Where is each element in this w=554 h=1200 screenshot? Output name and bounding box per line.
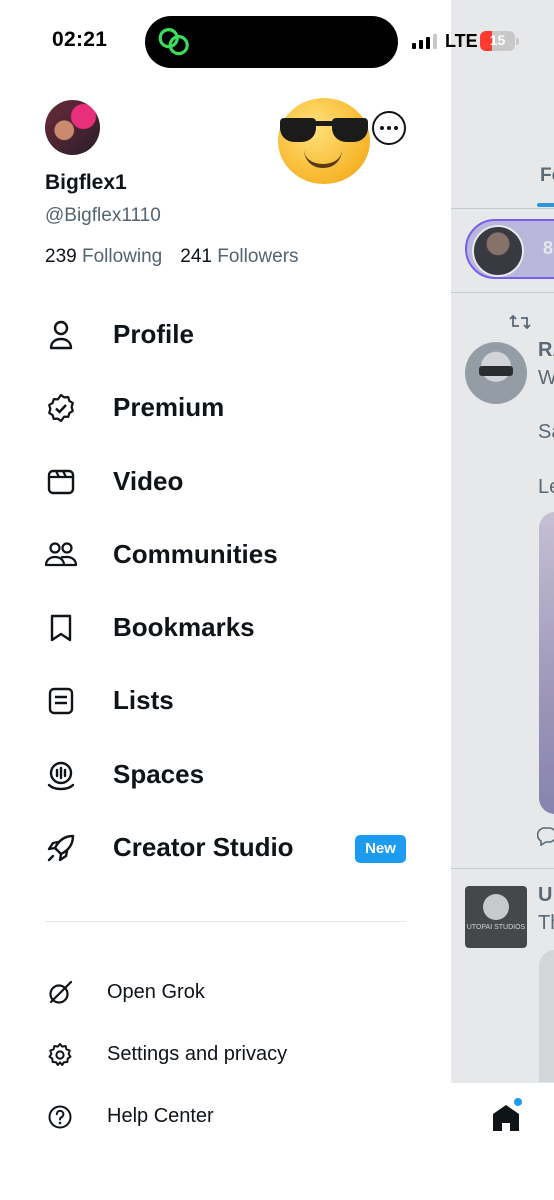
battery-level: 15 <box>489 32 506 48</box>
new-badge: New <box>355 835 406 863</box>
menu-item-communities[interactable]: Communities <box>0 525 451 585</box>
notification-dot <box>514 1098 522 1106</box>
display-name[interactable]: Bigflex1 <box>45 171 127 195</box>
retweet-icon <box>509 314 531 330</box>
post-author-name[interactable]: RA <box>538 339 554 362</box>
menu-item-premium[interactable]: Premium <box>0 378 451 438</box>
feed-tab-underline <box>537 203 554 207</box>
menu-item-bookmarks[interactable]: Bookmarks <box>0 598 451 658</box>
rocket-icon <box>47 834 75 862</box>
link-chain-icon <box>158 28 189 56</box>
followers-count: 241 <box>180 246 212 267</box>
bottom-tab-bar <box>451 1082 554 1200</box>
side-drawer: Bigflex1 @Bigflex1110 239 Following 241 … <box>0 0 451 1200</box>
post-text-line: Le <box>538 476 554 498</box>
menu-item-lists[interactable]: Lists <box>0 671 451 731</box>
menu-item-label: Spaces <box>113 759 205 789</box>
post-text-line: W <box>538 367 554 389</box>
post-text-line: Th <box>538 912 554 934</box>
bookmark-icon <box>50 614 72 642</box>
menu-item-label: Creator Studio <box>113 832 294 862</box>
post-text-line: Sa <box>538 421 554 443</box>
help-icon <box>48 1105 72 1129</box>
menu-item-label: Settings and privacy <box>107 1043 288 1065</box>
post-author-name[interactable]: U <box>538 884 552 907</box>
following-label: Following <box>81 246 163 267</box>
battery-icon: 15 <box>480 31 515 51</box>
following-count: 239 <box>45 246 77 267</box>
feed-divider <box>451 868 554 869</box>
menu-item-video[interactable]: Video <box>0 452 451 512</box>
followers-link[interactable]: 241 Followers <box>180 246 298 268</box>
menu-item-open-grok[interactable]: Open Grok <box>0 969 451 1015</box>
menu-item-spaces[interactable]: Spaces <box>0 745 451 805</box>
avatar[interactable] <box>45 100 100 155</box>
network-type: LTE <box>445 31 478 51</box>
space-listener-count: 8 <box>543 238 554 258</box>
dynamic-island <box>145 16 398 68</box>
feed-divider <box>451 208 554 209</box>
battery-cap <box>516 38 519 45</box>
gear-icon <box>48 1043 72 1066</box>
status-time: 02:21 <box>52 28 108 51</box>
menu-item-label: Help Center <box>107 1105 214 1127</box>
menu-item-help-center[interactable]: Help Center <box>0 1093 451 1139</box>
feed-tab-label[interactable]: Fo <box>540 165 554 187</box>
menu-item-label: Profile <box>113 319 194 349</box>
menu-item-label: Premium <box>113 392 225 422</box>
menu-item-settings[interactable]: Settings and privacy <box>0 1031 451 1077</box>
spaces-icon <box>47 761 75 791</box>
lists-icon <box>48 687 74 715</box>
followers-label: Followers <box>217 246 299 267</box>
verified-badge-icon <box>48 393 74 423</box>
feed-divider <box>451 292 554 293</box>
cellular-signal-icon <box>412 34 437 49</box>
menu-separator <box>45 921 406 922</box>
menu-item-profile[interactable]: Profile <box>0 305 451 365</box>
communities-icon <box>45 542 77 567</box>
account-more-button[interactable] <box>372 111 406 145</box>
menu-item-creator-studio[interactable]: Creator Studio New <box>0 818 451 878</box>
video-icon <box>47 469 75 495</box>
live-space-pill[interactable]: 8 <box>465 219 554 279</box>
post-media-image[interactable] <box>539 512 554 814</box>
home-icon[interactable] <box>491 1103 521 1133</box>
home-feed-background: Fo 8 RA W Sa Le UTOPAI STUDIOS U Th <box>451 0 554 1200</box>
post-media-image[interactable] <box>539 950 554 1090</box>
follow-stats: 239 Following 241 Followers <box>45 246 299 268</box>
menu-item-label: Lists <box>113 685 174 715</box>
post-author-avatar[interactable]: UTOPAI STUDIOS <box>465 886 527 948</box>
post-author-avatar[interactable] <box>465 342 527 404</box>
menu-item-label: Communities <box>113 539 278 569</box>
menu-item-label: Open Grok <box>107 981 205 1003</box>
space-host-avatar <box>472 225 524 277</box>
person-icon <box>49 320 73 350</box>
user-handle[interactable]: @Bigflex1110 <box>45 205 161 227</box>
menu-item-label: Bookmarks <box>113 612 255 642</box>
sunglasses-emoji-icon <box>278 98 370 184</box>
grok-icon <box>49 980 73 1004</box>
following-link[interactable]: 239 Following <box>45 246 162 268</box>
reply-icon[interactable] <box>537 826 554 846</box>
menu-item-label: Video <box>113 466 184 496</box>
